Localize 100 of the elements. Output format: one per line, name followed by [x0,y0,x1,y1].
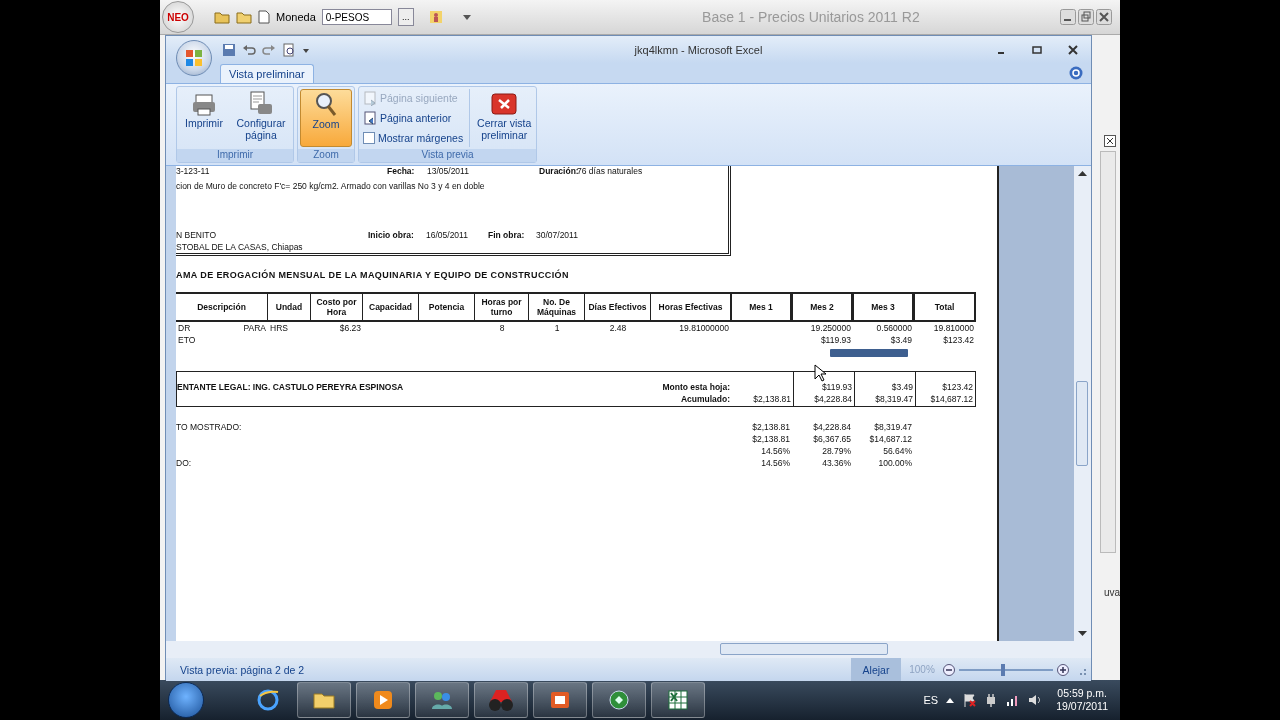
column-header: Capacidad [363,294,419,320]
figure-icon[interactable] [427,9,444,25]
side-text: uva [1103,587,1120,598]
speaker-icon[interactable] [1028,693,1043,707]
spreadsheet-icon [666,688,690,712]
group-label: Vista previa [359,149,537,162]
table-cell: DR [178,322,191,334]
duration-value: 76 días naturales [577,166,643,177]
taskbar-button[interactable] [533,682,587,718]
folder-icon[interactable] [214,10,230,24]
plus-icon[interactable] [1057,663,1069,676]
summary-value: 28.79% [821,445,852,457]
column-header: Undad [268,294,311,320]
print-preview-icon[interactable] [282,42,296,57]
checkbox[interactable]: Mostrar márgenes [361,129,466,147]
summary-value: 14.56% [760,445,791,457]
help-icon[interactable] [1069,66,1083,80]
zoom-out-button[interactable]: Alejar [851,658,901,681]
table-cell-text: 2.48 [608,322,628,334]
total-value: $3.49 [891,381,913,393]
media-player-icon [371,688,395,712]
column-header: Total [914,294,976,320]
total-value: $123.42 [942,381,973,393]
restore-icon[interactable] [1078,9,1094,25]
total-label: Monto esta hoja: [662,381,730,393]
table-cell-text: $123.42 [942,334,975,346]
table-cell-text: HRS [269,322,289,334]
summary-label: TO MOSTRADO: [176,421,243,433]
document-icon[interactable] [258,10,270,24]
page-setup-icon [248,91,274,117]
next-page-icon [363,90,377,106]
scroll-thumb[interactable] [720,643,888,655]
browse-button[interactable]: ... [397,8,414,26]
total-value: $4,228.84 [814,393,852,405]
ribbon-button[interactable]: Configurar página [231,89,291,147]
app-title: Base 1 - Precios Unitarios 2011 R2 [701,9,921,25]
table-cell-text: 19.810000 [932,322,975,334]
undo-icon[interactable] [242,42,256,57]
taskbar-button[interactable] [356,682,410,718]
minimize-icon[interactable] [1060,9,1076,25]
taskbar-button[interactable] [297,682,351,718]
close-icon[interactable] [1067,43,1079,56]
total-value: $14,687.12 [930,393,973,405]
browser-icon [256,688,280,712]
column-header: Horas por turno [475,294,529,320]
table-cell-text: $6.23 [338,322,362,334]
currency-label: Moneda [276,11,316,23]
save-icon[interactable] [222,42,236,57]
horizontal-scrollbar[interactable] [166,641,1091,658]
window-title: jkq4lkmn - Microsoft Excel [633,43,764,56]
caret-icon[interactable] [461,13,472,21]
previous-page-icon [363,110,377,126]
place-text: STOBAL DE LA CASAS, Chiapas [176,242,303,253]
code-text: 3-123-11 [176,166,211,177]
ribbon-tab[interactable]: Vista preliminar [220,64,314,83]
summary-value: 43.36% [821,457,852,469]
clock[interactable]: 05:59 p.m. 19/07/2011 [1056,687,1108,713]
vertical-scrollbar[interactable] [1074,166,1091,641]
column-header: Mes 3 [853,294,914,320]
office-logo-icon [184,48,204,68]
taskbar-button[interactable] [651,682,705,718]
globe-icon [607,688,631,712]
report-title: AMA DE EROGACIÓN MENSUAL DE LA MAQUINARIA Y EQUIPO DE CONSTRUCCIÓN [176,270,570,280]
table-cell-text: $3.49 [889,334,913,346]
table-cell-text: $119.93 [819,334,852,346]
status-text: Vista previa: página 2 de 2 [180,663,306,676]
close-icon[interactable] [1096,9,1112,25]
column-header: Días Efectivos [585,294,651,320]
arrow-down-icon[interactable] [1078,631,1087,637]
close-icon[interactable] [1104,135,1116,147]
flag-icon[interactable] [962,693,977,707]
taskbar-button[interactable] [592,682,646,718]
ribbon-button[interactable]: Imprimir [179,89,229,147]
start-button[interactable] [168,682,204,718]
total-value: $8,319.47 [875,393,913,405]
arrow-up-icon[interactable] [946,697,955,703]
currency-field[interactable]: 0-PESOS [321,9,392,25]
summary-value: $2,138.81 [751,421,791,433]
total-value: $2,138.81 [753,393,791,405]
office-button[interactable] [176,40,212,76]
table-cell-text: 8 [498,322,506,334]
ribbon-button[interactable]: Zoom [300,89,352,147]
column-header: Potencia [419,294,475,320]
ribbon-button[interactable]: Cerrar vista preliminar [474,89,535,147]
summary-value: $8,319.47 [873,421,913,433]
total-value: $119.93 [821,381,852,393]
date-value: 13/05/2011 [427,166,470,177]
scroll-thumb[interactable] [1076,381,1088,466]
table-cell-text: 19.81000000 [678,322,730,334]
language-indicator[interactable]: ES [923,694,939,706]
summary-value: 14.56% [760,457,791,469]
maximize-icon[interactable] [1031,43,1043,56]
folder-icon[interactable] [236,10,252,24]
end-date: 30/07/2011 [536,230,578,241]
start-label: Inicio obra: [368,230,415,241]
minus-icon[interactable] [943,663,955,676]
app-logo: NEO [162,1,194,33]
arrow-up-icon[interactable] [1078,170,1087,176]
ribbon-button[interactable]: Página anterior [361,109,466,127]
redo-icon[interactable] [262,42,276,57]
